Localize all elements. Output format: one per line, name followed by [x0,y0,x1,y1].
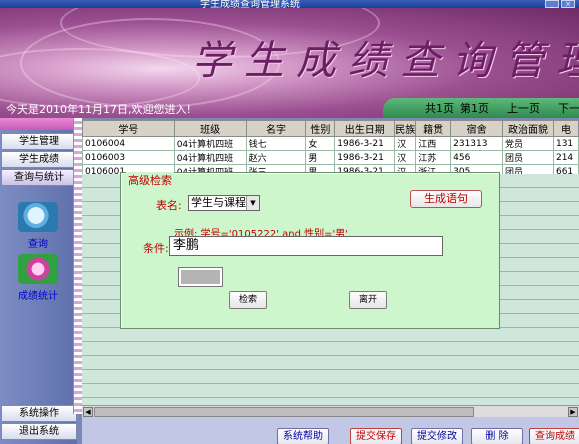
table-cell[interactable]: 04计算机四班 [173,150,247,165]
table-name-value: 学生与课程 [191,196,246,209]
table-cell[interactable]: 女 [305,136,336,151]
sidebar-item-student-management[interactable]: 学生管理 [1,133,77,150]
scrollbar-thumb[interactable] [94,407,474,417]
window-title: 学生成绩查询管理系统 [200,0,300,8]
condition-label: 条件: [143,242,169,255]
table-cell[interactable]: 钱七 [245,136,307,151]
submit-save-button[interactable]: 提交保存 [350,428,402,444]
table-name-label: 表名: [156,199,182,212]
table-cell[interactable]: 131 [552,136,579,151]
window-titlebar: 学生成绩查询管理系统 _ × [0,0,579,8]
table-cell[interactable]: 231313 [450,136,504,151]
column-header[interactable]: 政治面貌 [502,120,554,137]
table-cell[interactable]: 赵六 [245,150,307,165]
total-pages-label: 共1页 [425,102,454,115]
column-header[interactable]: 班级 [173,120,247,137]
prev-page-link[interactable]: 上一页 [507,100,540,116]
table-row[interactable]: 0106003 04计算机四班 赵六 男 1986-3-21 汉 江苏 456 … [82,150,579,165]
column-header[interactable]: 电 [552,120,579,137]
submit-modify-button[interactable]: 提交修改 [411,428,463,444]
magnifier-icon [18,202,58,232]
horizontal-scrollbar[interactable]: ◀ ▶ [82,405,579,417]
condition-input[interactable]: 李鹏 [169,236,443,256]
current-page-label: 第1页 [460,102,489,115]
grade-statistics-tool[interactable]: 成绩统计 [8,254,68,302]
table-name-select[interactable]: 学生与课程 ▼ [188,195,260,211]
column-header[interactable]: 籍贯 [415,120,452,137]
table-cell[interactable]: 汉 [394,136,417,151]
column-header[interactable]: 性别 [305,120,336,137]
chevron-down-icon[interactable]: ▼ [246,196,259,210]
grade-statistics-label: 成绩统计 [18,291,58,302]
query-tool-label: 查询 [28,239,48,250]
app-title: 学生成绩查询管理 [192,38,579,84]
generate-statement-button[interactable]: 生成语句 [410,190,482,208]
table-cell[interactable]: 456 [450,150,504,165]
table-cell[interactable]: 214 [552,150,579,165]
search-button[interactable]: 检索 [229,291,267,309]
query-tool[interactable]: 查询 [8,202,68,250]
sidebar-header-strip [0,118,77,130]
table-cell[interactable]: 团员 [502,150,554,165]
column-header[interactable]: 名字 [245,120,307,137]
sidebar-item-system-operation[interactable]: 系统操作 [1,405,77,422]
scroll-right-arrow-icon[interactable]: ▶ [568,407,578,417]
advanced-search-dialog: 高级检索 表名: 学生与课程 ▼ 生成语句 示例: 学号='0105222' a… [120,172,500,329]
table-cell[interactable]: 0106004 [82,136,175,151]
sidebar-item-student-grades[interactable]: 学生成绩 [1,151,77,168]
close-button[interactable]: × [561,0,575,8]
grid-header-row: 学号 班级 名字 性别 出生日期 民族 籍贯 宿舍 政治面貌 电 [82,120,579,137]
table-cell[interactable]: 04计算机四班 [173,136,247,151]
sidebar: 学生管理 学生成绩 查询与统计 查询 成绩统计 系统操作 退出系统 [0,118,77,444]
statistics-icon [18,254,58,284]
delete-button[interactable]: 删 除 [471,428,523,444]
table-cell[interactable]: 0106003 [82,150,175,165]
bottom-action-bar: 系统帮助 提交保存 提交修改 删 除 查询成绩 [82,417,579,444]
system-help-button[interactable]: 系统帮助 [277,428,329,444]
minimize-button[interactable]: _ [545,0,559,8]
column-header[interactable]: 出生日期 [334,120,396,137]
sidebar-rail [73,118,82,414]
next-page-link[interactable]: 下一页 [558,100,579,116]
table-cell[interactable]: 汉 [394,150,417,165]
table-cell[interactable]: 1986-3-21 [334,136,396,151]
sidebar-item-exit-system[interactable]: 退出系统 [1,423,77,440]
welcome-message: 今天是2010年11月17日,欢迎您进入! [6,103,191,116]
dialog-title: 高级检索 [126,172,174,188]
column-header[interactable]: 宿舍 [450,120,504,137]
column-header[interactable]: 学号 [82,120,175,137]
table-cell[interactable]: 江苏 [415,150,452,165]
table-cell[interactable]: 江西 [415,136,452,151]
scroll-left-arrow-icon[interactable]: ◀ [83,407,93,417]
exit-dialog-button[interactable]: 离开 [349,291,387,309]
pagination-bar: 共1页 第1页 上一页 下一页 [383,98,579,118]
table-cell[interactable]: 党员 [502,136,554,151]
table-cell[interactable]: 男 [305,150,336,165]
query-grades-button[interactable]: 查询成绩 [529,428,579,444]
gray-placeholder-box [178,267,223,287]
table-row[interactable]: 0106004 04计算机四班 钱七 女 1986-3-21 汉 江西 2313… [82,136,579,151]
table-cell[interactable]: 1986-3-21 [334,150,396,165]
sidebar-item-query-statistics[interactable]: 查询与统计 [1,169,77,186]
column-header[interactable]: 民族 [394,120,417,137]
